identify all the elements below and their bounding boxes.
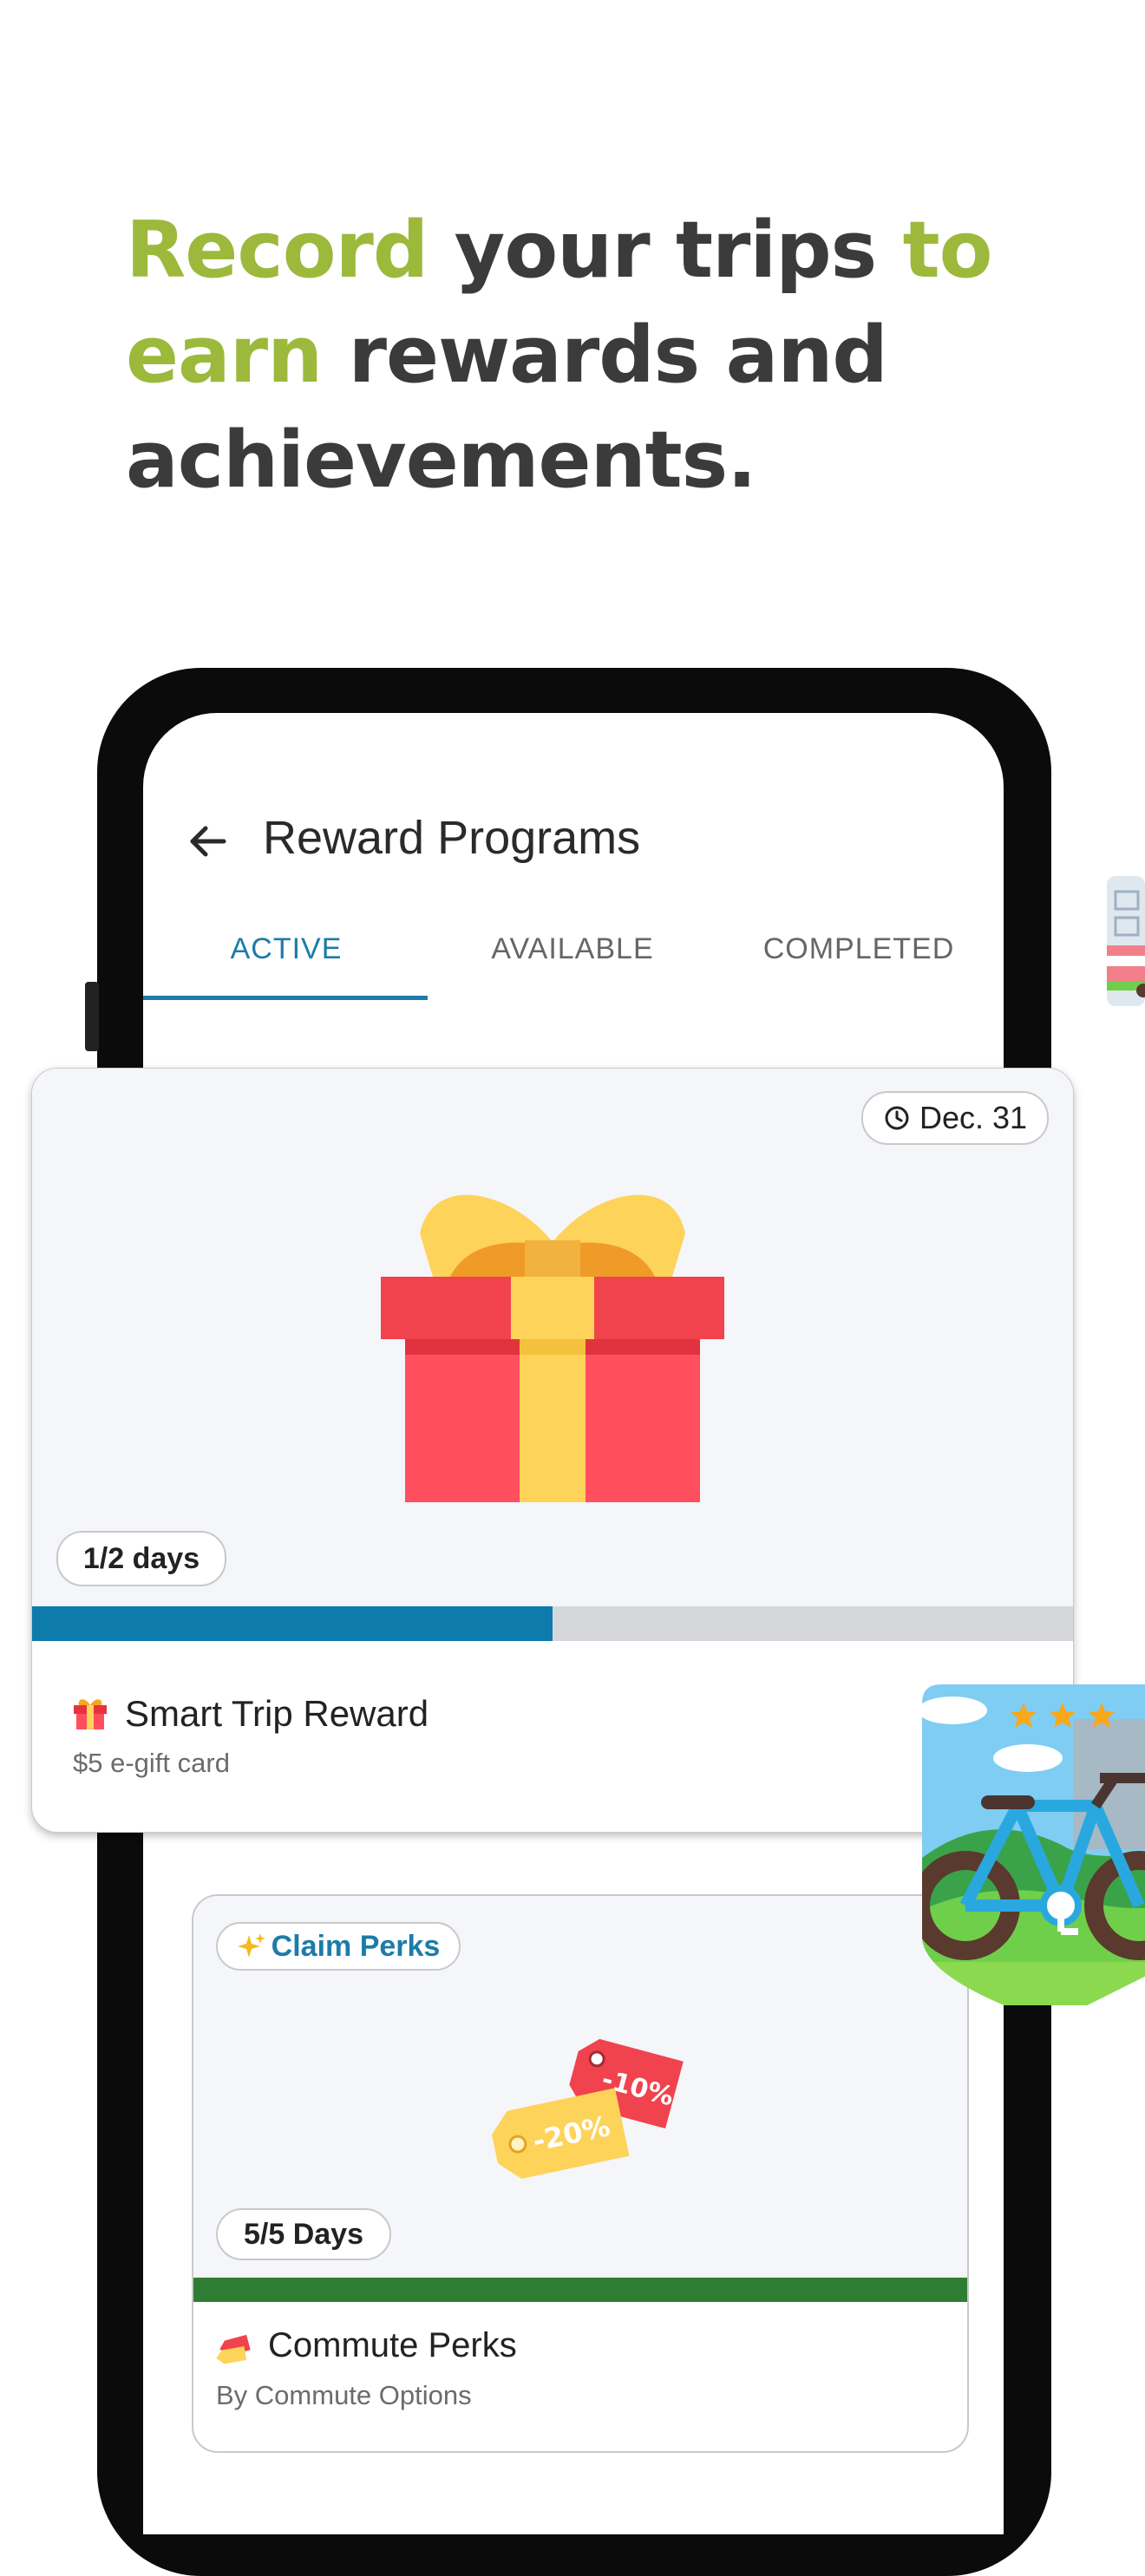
reward-card-commute-perks[interactable]: Claim Perks -10% -20% 5/5 Days Commute P…: [192, 1894, 969, 2453]
reward-title: Commute Perks: [268, 2326, 517, 2364]
card-image-area: Claim Perks -10% -20% 5/5 Days: [193, 1896, 967, 2278]
reward-subtitle: $5 e-gift card: [73, 1748, 230, 1778]
deadline-chip: Dec. 31: [861, 1091, 1049, 1145]
clock-icon: [885, 1106, 909, 1130]
claim-perks-label: Claim Perks: [271, 1929, 441, 1963]
card-image-area: Dec. 31 1/2 days: [32, 1069, 1073, 1606]
tab-indicator: [143, 996, 428, 1000]
tab-completed[interactable]: COMPLETED: [716, 932, 1002, 966]
gift-box-illustration: [381, 1194, 724, 1502]
sparkles-icon: [237, 1933, 265, 1958]
reward-subtitle: By Commute Options: [216, 2380, 472, 2410]
back-button[interactable]: [182, 815, 234, 867]
headline: Record your trips to earn rewards and ac…: [126, 198, 1063, 513]
price-tag-icon: [216, 2334, 251, 2364]
offscreen-illustration: [1107, 876, 1145, 1028]
tab-bar: ACTIVE AVAILABLE COMPLETED: [143, 919, 1004, 1006]
page-title: Reward Programs: [263, 812, 641, 864]
tab-active[interactable]: ACTIVE: [143, 932, 429, 966]
reward-title: Smart Trip Reward: [125, 1693, 429, 1734]
bike-achievement-badge: [922, 1684, 1145, 2005]
progress-bar-fill: [193, 2278, 967, 2302]
progress-days-chip: 5/5 Days: [216, 2208, 391, 2260]
headline-record: Record: [126, 205, 429, 296]
deadline-text: Dec. 31: [919, 1100, 1028, 1135]
claim-perks-chip[interactable]: Claim Perks: [216, 1922, 461, 1971]
headline-your-trips: your trips: [428, 205, 903, 296]
progress-days-chip: 1/2 days: [56, 1531, 226, 1586]
discount-tags-illustration: -10% -20%: [491, 2038, 684, 2180]
tab-available[interactable]: AVAILABLE: [429, 932, 716, 966]
progress-bar-fill: [32, 1606, 553, 1641]
progress-bar: [32, 1606, 1073, 1641]
reward-card-smart-trip[interactable]: Dec. 31 1/2 days Smart Trip Reward $5 e-…: [31, 1068, 1074, 1833]
phone-side-button: [85, 982, 99, 1051]
progress-bar: [193, 2278, 967, 2302]
gift-icon: [74, 1699, 107, 1729]
arrow-left-icon: [190, 826, 226, 857]
